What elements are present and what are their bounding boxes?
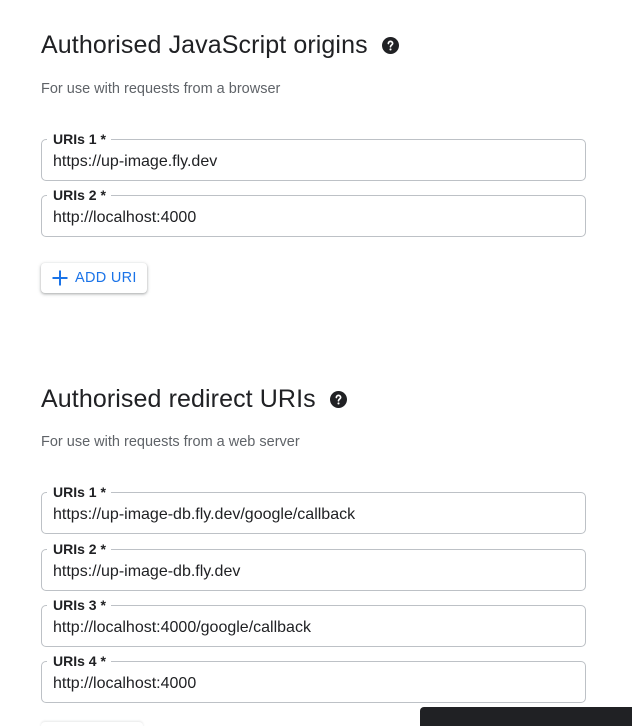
js-origin-input-2[interactable] bbox=[53, 208, 573, 228]
redirect-uri-field-1[interactable]: URIs 1 * bbox=[41, 484, 586, 534]
redirect-uris-title: Authorised redirect URIs bbox=[41, 385, 316, 413]
redirect-uris-description: For use with requests from a web server bbox=[41, 434, 300, 450]
redirect-uri-input-3[interactable] bbox=[53, 618, 573, 638]
add-uri-button[interactable]: ADD URI bbox=[41, 263, 147, 293]
js-origin-field-1[interactable]: URIs 1 * bbox=[41, 131, 586, 181]
redirect-uri-input-1[interactable] bbox=[53, 505, 573, 525]
plus-icon bbox=[52, 270, 68, 286]
field-label: URIs 4 * bbox=[47, 653, 111, 669]
field-label: URIs 2 * bbox=[47, 541, 111, 557]
redirect-uri-field-4[interactable]: URIs 4 * bbox=[41, 653, 586, 703]
help-circle-icon[interactable] bbox=[381, 37, 399, 54]
js-origins-title: Authorised JavaScript origins bbox=[41, 31, 368, 59]
js-origins-heading: Authorised JavaScript origins bbox=[41, 31, 399, 60]
redirect-uri-field-2[interactable]: URIs 2 * bbox=[41, 541, 586, 591]
redirect-uri-field-3[interactable]: URIs 3 * bbox=[41, 597, 586, 647]
field-label: URIs 2 * bbox=[47, 187, 111, 203]
redirect-uri-input-4[interactable] bbox=[53, 674, 573, 694]
help-circle-icon[interactable] bbox=[329, 391, 347, 408]
redirect-uris-heading: Authorised redirect URIs bbox=[41, 385, 347, 414]
js-origin-field-2[interactable]: URIs 2 * bbox=[41, 187, 586, 237]
oauth-client-settings: Authorised JavaScript origins For use wi… bbox=[0, 0, 632, 726]
js-origin-input-1[interactable] bbox=[53, 152, 573, 172]
field-label: URIs 1 * bbox=[47, 131, 111, 147]
js-origins-description: For use with requests from a browser bbox=[41, 81, 281, 97]
add-redirect-uri-button[interactable] bbox=[41, 722, 143, 726]
snackbar bbox=[420, 707, 632, 726]
field-label: URIs 3 * bbox=[47, 597, 111, 613]
redirect-uri-input-2[interactable] bbox=[53, 562, 573, 582]
field-label: URIs 1 * bbox=[47, 484, 111, 500]
add-uri-label: ADD URI bbox=[75, 270, 137, 286]
